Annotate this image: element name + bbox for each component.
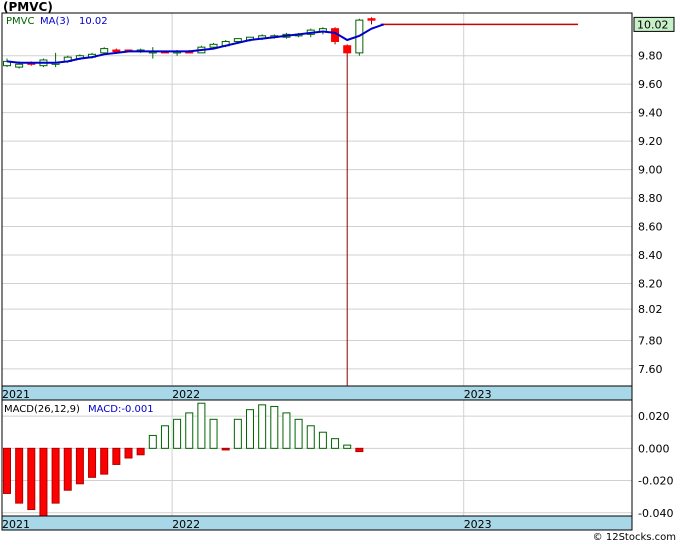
price-y-tick-label: 8.20 xyxy=(638,277,663,290)
macd-bar xyxy=(51,447,60,504)
price-y-tick-label: 9.20 xyxy=(638,135,663,148)
macd-bar xyxy=(294,418,303,449)
macd-y-tick-label: 0.000 xyxy=(638,442,670,455)
macd-bar xyxy=(331,438,340,449)
ticker-legend: PMVC xyxy=(6,16,34,27)
price-y-tick-label: 8.60 xyxy=(638,221,663,234)
price-y-tick-label: 9.00 xyxy=(638,164,663,177)
macd-bar xyxy=(39,447,48,517)
price-x-axis-band xyxy=(1,385,633,401)
macd-bar xyxy=(173,418,182,449)
candle-body xyxy=(100,48,109,54)
macd-bar xyxy=(343,444,352,449)
macd-bar xyxy=(124,447,133,459)
price-y-tick-label: 7.80 xyxy=(638,334,663,347)
price-y-tick-label: 9.80 xyxy=(638,50,663,63)
macd-bar xyxy=(136,447,145,456)
macd-bar xyxy=(3,447,11,494)
macd-bar xyxy=(270,405,279,449)
macd-bar xyxy=(15,447,24,504)
macd-bar xyxy=(88,447,97,478)
macd-legend: MACD(26,12,9) xyxy=(4,404,80,415)
candle-body xyxy=(367,18,376,21)
macd-bar xyxy=(197,402,206,449)
ma-value: 10.02 xyxy=(79,16,108,27)
macd-bar xyxy=(63,447,72,491)
price-y-tick-label: 9.40 xyxy=(638,107,663,120)
price-panel: 9.80 9.60 9.40 9.20 9.00 8.80 8.60 8.40 8.20 8.02… xyxy=(1,12,675,401)
price-y-tick-label: 8.80 xyxy=(638,192,663,205)
price-x-tick-label: 2023 xyxy=(464,388,492,401)
candle-body xyxy=(112,49,121,53)
macd-x-axis-band xyxy=(1,515,633,531)
stock-chart: 9.80 9.60 9.40 9.20 9.00 8.80 8.60 8.40 8.20 8.02… xyxy=(1,12,675,531)
macd-bar xyxy=(355,447,364,453)
macd-bar xyxy=(148,434,157,449)
macd-y-tick-label: -0.020 xyxy=(638,475,673,488)
macd-value: MACD:-0.001 xyxy=(88,404,154,415)
price-y-tick-label: 8.02 xyxy=(638,303,663,316)
macd-plot-area xyxy=(2,400,632,516)
macd-bar xyxy=(27,447,36,511)
price-x-tick-label: 2022 xyxy=(172,388,200,401)
candle-body xyxy=(343,45,352,54)
candle-body xyxy=(15,63,24,68)
macd-bar xyxy=(233,418,242,449)
macd-x-tick-label: 2021 xyxy=(2,518,30,531)
copyright-footer: © 12Stocks.com xyxy=(592,532,676,543)
macd-bar xyxy=(209,418,218,449)
macd-bar xyxy=(75,447,84,485)
price-y-tick-label: 7.60 xyxy=(638,363,663,376)
candle-body xyxy=(209,43,218,48)
macd-bar xyxy=(185,412,194,449)
price-y-tick-label: 9.60 xyxy=(638,78,663,91)
macd-bar xyxy=(100,447,109,475)
macd-bar xyxy=(160,425,169,449)
candle-body xyxy=(233,38,242,42)
macd-bar xyxy=(246,409,254,449)
macd-y-tick-label: 0.020 xyxy=(638,410,670,423)
ma-legend: MA(3) xyxy=(40,16,70,27)
price-plot-area xyxy=(2,13,632,386)
macd-bar xyxy=(112,447,121,465)
price-y-tick-label: 8.40 xyxy=(638,249,663,262)
macd-bar xyxy=(306,425,315,449)
macd-y-tick-label: -0.040 xyxy=(638,507,673,520)
macd-x-tick-label: 2022 xyxy=(172,518,200,531)
macd-bar xyxy=(282,412,291,449)
macd-x-tick-label: 2023 xyxy=(464,518,492,531)
macd-bar xyxy=(221,447,230,451)
macd-bar xyxy=(318,431,327,449)
last-price-label: 10.02 xyxy=(637,18,669,31)
macd-bar xyxy=(258,404,267,449)
price-x-tick-label: 2021 xyxy=(2,388,30,401)
macd-panel: 0.020 0.000 -0.020 -0.040 2021 2022 2023 MACD(2… xyxy=(1,399,673,531)
